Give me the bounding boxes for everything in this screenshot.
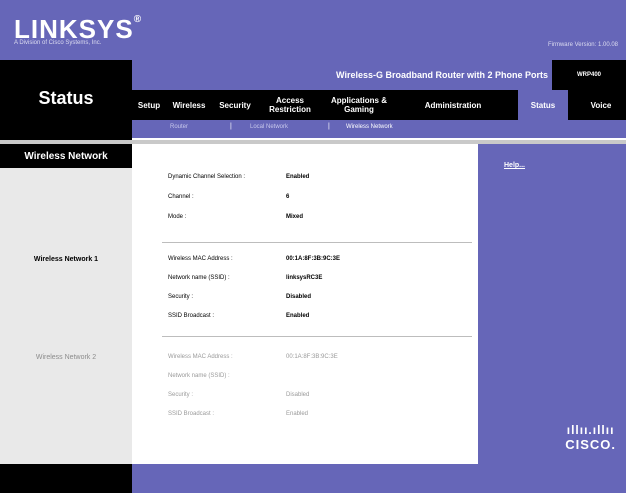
subnav-local-network[interactable]: Local Network	[250, 124, 288, 130]
cisco-logo: ıllıı.ıllıı CISCO.	[565, 423, 616, 452]
wireless-network-2-label: Wireless Network 2	[35, 354, 97, 361]
footer-middle	[132, 464, 478, 493]
tab-setup[interactable]: Setup	[132, 90, 166, 120]
net1-mac-value: 00:1A:8F:3B:9C:3E	[286, 256, 341, 262]
section-divider	[162, 336, 472, 337]
net1-ssid-label: Network name (SSID) :	[168, 275, 230, 281]
wireless-network-1-label: Wireless Network 1	[33, 256, 99, 263]
sub-nav: Router | Local Network | Wireless Networ…	[132, 120, 626, 138]
product-name: Wireless-G Broadband Router with 2 Phone…	[336, 70, 548, 80]
section-divider	[162, 242, 472, 243]
channel-label: Channel :	[168, 194, 194, 200]
page-title-block: Status	[0, 60, 132, 140]
help-column: Help... ıllıı.ıllıı CISCO.	[478, 144, 626, 464]
net1-mac-label: Wireless MAC Address :	[168, 256, 233, 262]
mode-label: Mode :	[168, 214, 187, 220]
net2-security-value: Disabled	[286, 392, 310, 398]
footer-left	[0, 464, 132, 493]
model-number: WRP400	[552, 60, 626, 90]
tab-status[interactable]: Status	[518, 90, 568, 120]
net2-mac-value: 00:1A:8F:3B:9C:3E	[286, 354, 338, 360]
tab-applications-gaming[interactable]: Applications & Gaming	[320, 90, 398, 120]
footer-right	[478, 464, 626, 493]
net2-broadcast-value: Enabled	[286, 411, 309, 417]
router-status-page: LINKSYS® A Division of Cisco Systems, In…	[0, 0, 626, 493]
cisco-wordmark: CISCO.	[565, 437, 616, 452]
page-title: Status	[38, 88, 94, 108]
main-nav: Setup Wireless Security Access Restricti…	[132, 90, 626, 120]
subnav-router[interactable]: Router	[170, 124, 188, 130]
status-content: Dynamic Channel Selection : Enabled Chan…	[132, 144, 478, 464]
mode-value: Mixed	[286, 214, 304, 220]
net2-broadcast-label: SSID Broadcast :	[168, 411, 215, 417]
net1-security-label: Security :	[168, 294, 194, 300]
net1-broadcast-value: Enabled	[286, 313, 310, 319]
net2-mac-label: Wireless MAC Address :	[168, 354, 233, 360]
header-band: LINKSYS® A Division of Cisco Systems, In…	[0, 0, 626, 60]
net1-broadcast-label: SSID Broadcast :	[168, 313, 215, 319]
tab-voice[interactable]: Voice	[576, 90, 626, 120]
cisco-bars-icon: ıllıı.ıllıı	[566, 423, 615, 437]
net2-ssid-label: Network name (SSID) :	[168, 373, 230, 379]
tab-access-restriction[interactable]: Access Restriction	[260, 90, 320, 120]
dcs-label: Dynamic Channel Selection :	[168, 174, 246, 180]
channel-value: 6	[286, 194, 290, 200]
tab-administration[interactable]: Administration	[398, 90, 508, 120]
tab-wireless[interactable]: Wireless	[166, 90, 212, 120]
subnav-wireless-network[interactable]: Wireless Network	[346, 124, 393, 130]
firmware-version: Firmware Version: 1.00.08	[547, 42, 618, 48]
logo-tagline: A Division of Cisco Systems, Inc.	[14, 40, 102, 46]
subnav-separator: |	[328, 123, 330, 130]
left-label-column: Wireless Network Wireless Network 1 Wire…	[0, 144, 132, 464]
help-link[interactable]: Help...	[504, 162, 525, 169]
net2-security-label: Security :	[168, 392, 194, 398]
section-heading: Wireless Network	[0, 144, 132, 168]
subnav-separator: |	[230, 123, 232, 130]
net1-ssid-value: linksysRC3E	[286, 275, 323, 281]
tab-security[interactable]: Security	[212, 90, 258, 120]
product-bar: Wireless-G Broadband Router with 2 Phone…	[132, 60, 626, 90]
dcs-value: Enabled	[286, 174, 310, 180]
net1-security-value: Disabled	[286, 294, 312, 300]
